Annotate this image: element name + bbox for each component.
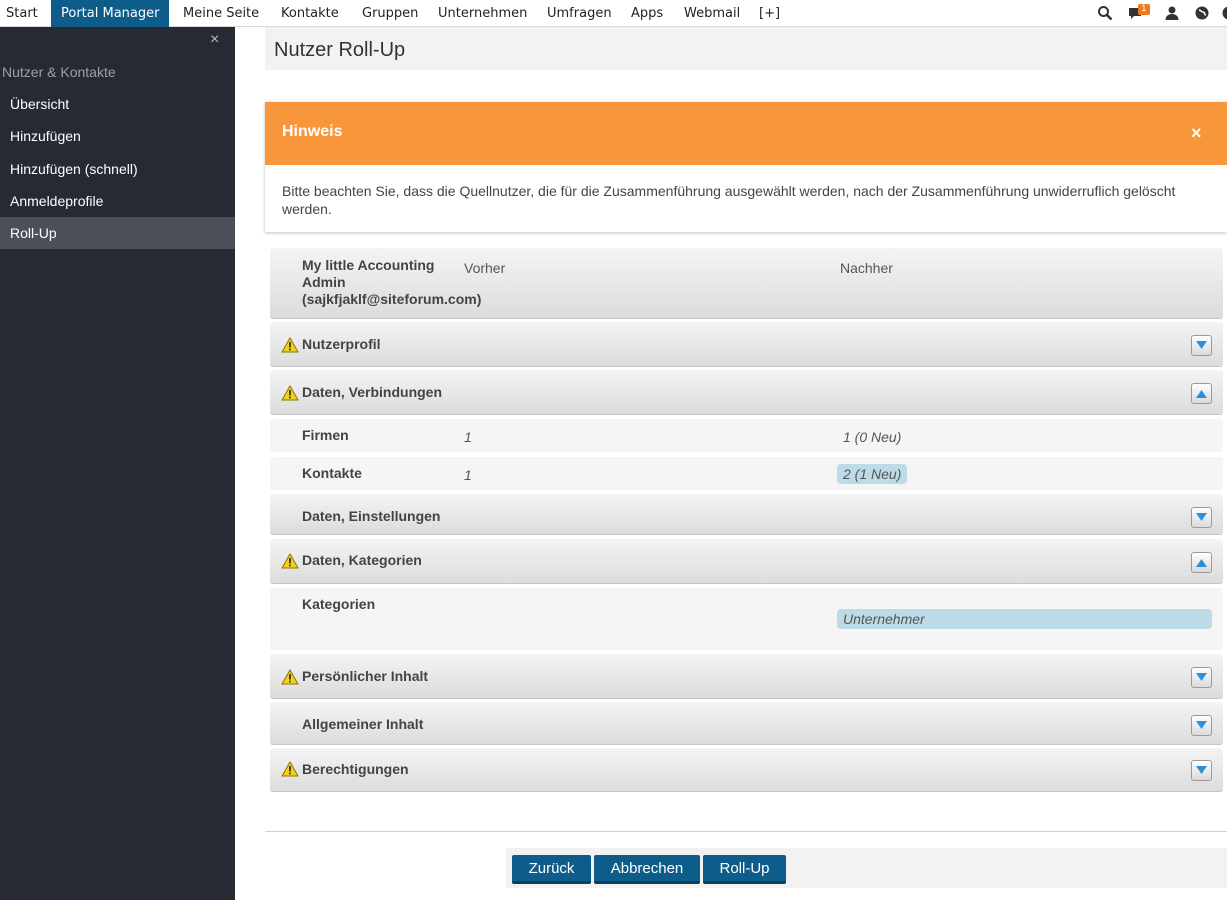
- row-label: Firmen: [302, 427, 349, 443]
- row-label: Kategorien: [302, 596, 376, 612]
- data-row-firmen: Firmen 1 1 (0 Neu): [270, 419, 1223, 452]
- sidebar-item-hinzufuegen-schnell[interactable]: Hinzufügen (schnell): [0, 153, 235, 185]
- page-title: Nutzer Roll-Up: [274, 39, 406, 61]
- nav-gruppen[interactable]: Gruppen: [362, 0, 418, 27]
- footer-divider: [265, 831, 1227, 832]
- section-label: Persönlicher Inhalt: [302, 668, 429, 684]
- expand-button[interactable]: [1191, 715, 1212, 736]
- value-before: 1: [464, 429, 472, 445]
- section-persoenlicher-inhalt[interactable]: Persönlicher Inhalt: [270, 654, 1223, 699]
- row-label: Kontakte: [302, 465, 362, 481]
- sidebar-item-roll-up[interactable]: Roll-Up: [0, 217, 235, 249]
- expand-button[interactable]: [1191, 667, 1212, 688]
- globe-icon[interactable]: [1194, 5, 1210, 21]
- data-row-kontakte: Kontakte 1 2 (1 Neu): [270, 457, 1223, 490]
- value-after: 1 (0 Neu): [843, 429, 902, 445]
- sidebar: × Nutzer & Kontakte Übersicht Hinzufügen…: [0, 27, 235, 900]
- rollup-user-name: My little Accounting Admin (sajkfjaklf@s…: [302, 257, 482, 307]
- notice-close-button[interactable]: ×: [1191, 123, 1202, 144]
- section-berechtigungen[interactable]: Berechtigungen: [270, 748, 1223, 792]
- sidebar-item-hinzufuegen[interactable]: Hinzufügen: [0, 120, 235, 152]
- nav-add-more[interactable]: [+]: [759, 0, 780, 27]
- warning-icon: [281, 552, 299, 569]
- warning-icon: [281, 384, 299, 401]
- notice-box: Hinweis × Bitte beachten Sie, dass die Q…: [265, 102, 1227, 232]
- expand-button[interactable]: [1191, 760, 1212, 781]
- nav-kontakte[interactable]: Kontakte: [281, 0, 339, 27]
- data-row-kategorien: Kategorien Unternehmer: [270, 588, 1223, 650]
- rollup-user-header: My little Accounting Admin (sajkfjaklf@s…: [270, 248, 1223, 319]
- section-daten-verbindungen[interactable]: Daten, Verbindungen: [270, 370, 1223, 415]
- expand-button[interactable]: [1191, 507, 1212, 528]
- section-label: Daten, Kategorien: [302, 552, 422, 568]
- column-after-header: Nachher: [840, 260, 893, 276]
- notice-header: [265, 102, 1227, 165]
- section-daten-einstellungen[interactable]: Daten, Einstellungen: [270, 494, 1223, 535]
- column-before-header: Vorher: [464, 260, 506, 276]
- section-daten-kategorien[interactable]: Daten, Kategorien: [270, 539, 1223, 584]
- section-nutzerprofil[interactable]: Nutzerprofil: [270, 322, 1223, 367]
- roll-up-button[interactable]: Roll-Up: [703, 855, 786, 884]
- nav-umfragen[interactable]: Umfragen: [547, 0, 612, 27]
- section-allgemeiner-inhalt[interactable]: Allgemeiner Inhalt: [270, 702, 1223, 745]
- notice-text: Bitte beachten Sie, dass die Quellnutzer…: [282, 183, 1176, 217]
- value-before: 1: [464, 467, 472, 483]
- section-label: Berechtigungen: [302, 761, 409, 777]
- messages-badge: 1: [1138, 4, 1150, 15]
- warning-icon: [281, 336, 299, 353]
- value-after-changed: Unternehmer: [837, 609, 1212, 629]
- sidebar-item-uebersicht[interactable]: Übersicht: [0, 88, 235, 120]
- settings-icon[interactable]: [1221, 5, 1227, 21]
- cancel-button[interactable]: Abbrechen: [594, 855, 700, 884]
- section-label: Allgemeiner Inhalt: [302, 716, 424, 732]
- warning-icon: [281, 668, 299, 685]
- sidebar-item-anmeldeprofile[interactable]: Anmeldeprofile: [0, 185, 235, 217]
- nav-start[interactable]: Start: [0, 0, 44, 27]
- nav-unternehmen[interactable]: Unternehmen: [438, 0, 527, 27]
- section-label: Nutzerprofil: [302, 336, 381, 352]
- value-after-changed: 2 (1 Neu): [837, 464, 908, 484]
- section-label: Daten, Verbindungen: [302, 384, 443, 400]
- expand-button[interactable]: [1191, 335, 1212, 356]
- back-button[interactable]: Zurück: [512, 855, 591, 884]
- nav-webmail[interactable]: Webmail: [684, 0, 740, 27]
- page-header: Nutzer Roll-Up: [265, 27, 1227, 70]
- collapse-button[interactable]: [1191, 552, 1212, 573]
- user-icon[interactable]: [1164, 5, 1180, 21]
- sidebar-close-button[interactable]: ×: [210, 31, 219, 49]
- collapse-button[interactable]: [1191, 383, 1212, 404]
- top-navigation: Start Portal Manager Meine Seite Kontakt…: [0, 0, 1227, 27]
- warning-icon: [281, 760, 299, 777]
- sidebar-section-title: Nutzer & Kontakte: [2, 64, 116, 80]
- nav-meine-seite[interactable]: Meine Seite: [183, 0, 259, 27]
- search-icon[interactable]: [1097, 5, 1113, 21]
- nav-portal-manager[interactable]: Portal Manager: [51, 0, 170, 27]
- section-label: Daten, Einstellungen: [302, 508, 441, 524]
- notice-title: Hinweis: [282, 123, 343, 140]
- nav-apps[interactable]: Apps: [631, 0, 663, 27]
